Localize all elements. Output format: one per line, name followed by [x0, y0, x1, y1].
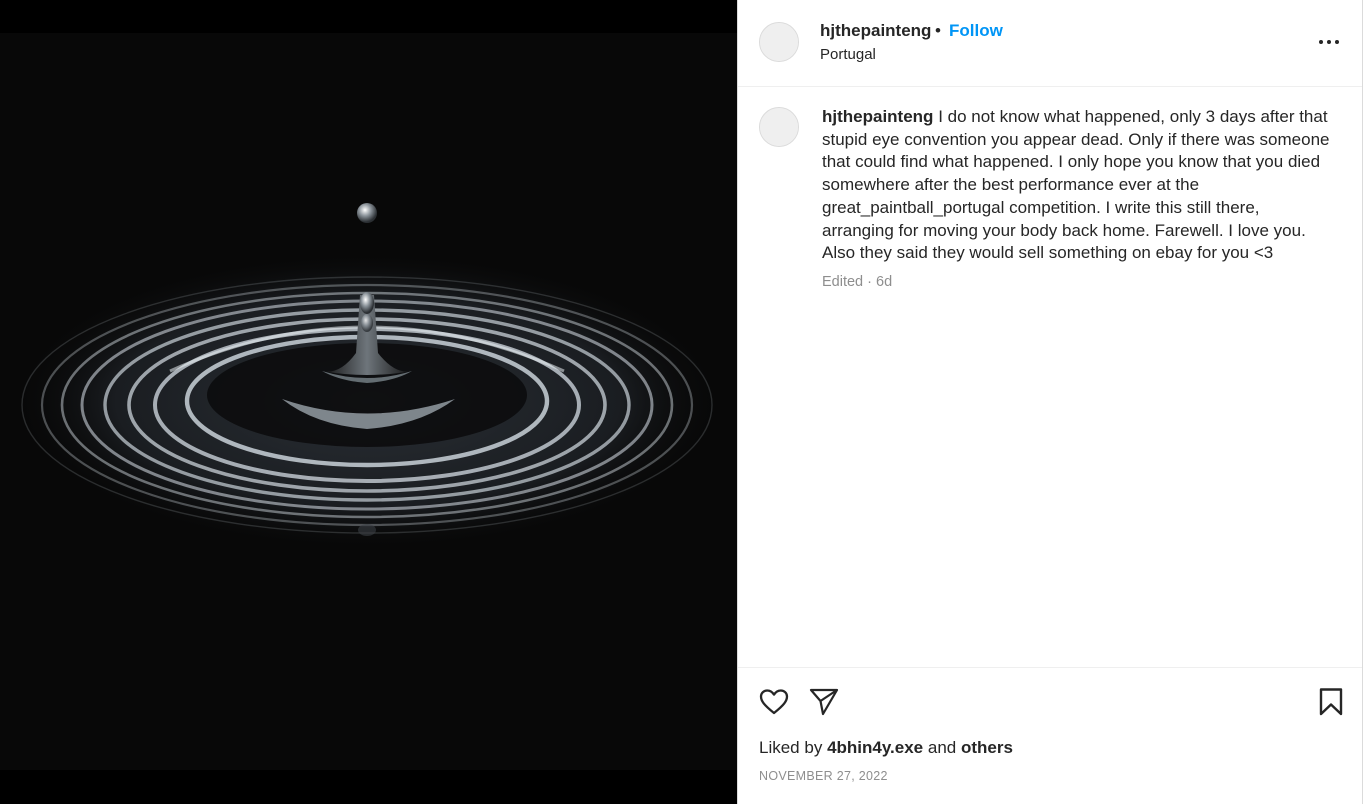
follow-button[interactable]: Follow [949, 21, 1003, 41]
post-actions-bar: Liked by 4bhin4y.exe and others NOVEMBER… [738, 667, 1362, 805]
default-avatar-icon [760, 23, 798, 61]
post-header: hjthepainteng • Follow Portugal [738, 0, 1362, 87]
more-options-button[interactable] [1313, 26, 1345, 58]
post-date[interactable]: NOVEMBER 27, 2022 [759, 769, 888, 783]
default-avatar-icon [760, 108, 798, 146]
liked-by-user[interactable]: 4bhin4y.exe [827, 738, 923, 757]
caption-avatar[interactable] [759, 107, 799, 147]
separator-dot: • [935, 21, 941, 40]
liked-by-others[interactable]: others [961, 738, 1013, 757]
caption-username[interactable]: hjthepainteng [822, 107, 933, 126]
water-drop-ripple-photo [0, 33, 737, 770]
author-avatar[interactable] [759, 22, 799, 62]
post-caption: hjthepainteng I do not know what happene… [822, 106, 1332, 265]
heart-icon [759, 689, 789, 715]
likes-conj: and [927, 738, 957, 757]
post-photo[interactable] [0, 33, 737, 770]
caption-text: I do not know what happened, only 3 days… [822, 107, 1330, 263]
author-username[interactable]: hjthepainteng [820, 21, 931, 41]
more-options-icon [1319, 40, 1339, 44]
likes-summary: Liked by 4bhin4y.exe and others [759, 738, 1013, 758]
post-media [0, 0, 737, 804]
post-location[interactable]: Portugal [820, 46, 876, 63]
like-button[interactable] [758, 686, 790, 723]
likes-prefix: Liked by [759, 738, 823, 757]
share-icon [809, 688, 839, 716]
caption-meta: Edited · 6d [822, 274, 893, 290]
save-button[interactable] [1315, 686, 1347, 723]
share-button[interactable] [808, 686, 840, 723]
post-details-panel: hjthepainteng • Follow Portugal hjthepai… [737, 0, 1363, 804]
bookmark-icon [1319, 688, 1343, 716]
